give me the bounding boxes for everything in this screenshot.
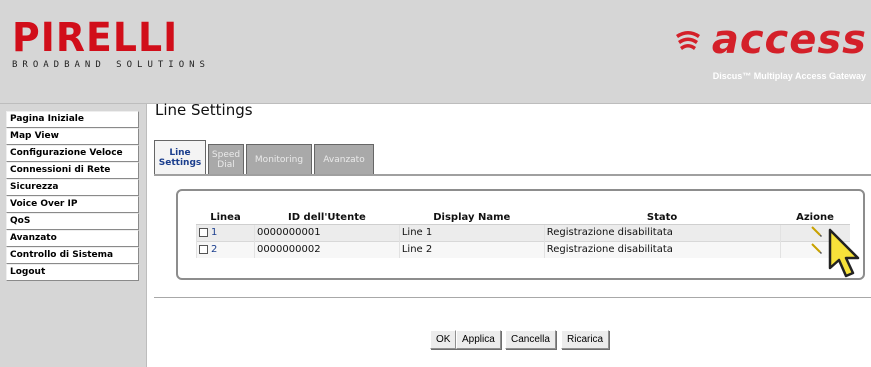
- table-row: 1 0000000001 Line 1 Registrazione disabi…: [196, 223, 850, 241]
- display-name-cell: Line 1: [398, 223, 545, 241]
- id-utente-cell: 0000000002: [253, 240, 400, 258]
- line-settings-panel: Linea ID dell'Utente Display Name Stato …: [176, 189, 865, 280]
- sidebar-item-sicurezza[interactable]: Sicurezza: [6, 179, 139, 196]
- sidebar-item-logout[interactable]: Logout: [6, 264, 139, 281]
- tab-underline: [154, 174, 871, 176]
- tab-speed-dial-label-1: Speed: [211, 149, 241, 160]
- applica-button[interactable]: Applica: [456, 330, 501, 349]
- ricarica-button[interactable]: Ricarica: [561, 330, 610, 349]
- linea-cell: 1: [196, 223, 255, 241]
- row-checkbox[interactable]: [199, 244, 208, 254]
- tab-line-settings-label-2: Settings: [158, 157, 202, 168]
- page-title: Line Settings: [155, 101, 253, 119]
- row-checkbox[interactable]: [199, 227, 208, 237]
- tab-line-settings[interactable]: Line Settings: [154, 140, 206, 174]
- ok-button[interactable]: OK: [430, 330, 457, 349]
- linea-link[interactable]: 2: [211, 244, 217, 255]
- cursor-arrow-icon: [828, 228, 860, 278]
- tab-avanzato-label: Avanzato: [323, 154, 365, 165]
- tab-bar: Line Settings Speed Dial Monitoring Avanza…: [154, 139, 376, 174]
- sidebar-item-map-view[interactable]: Map View: [6, 128, 139, 145]
- access-wordmark: access: [711, 17, 867, 63]
- cancella-button[interactable]: Cancella: [505, 330, 556, 349]
- sidebar-item-avanzato[interactable]: Avanzato: [6, 230, 139, 247]
- column-header-linea: Linea: [196, 211, 255, 225]
- sidebar-item-connessioni-di-rete[interactable]: Connessioni di Rete: [6, 162, 139, 179]
- sidebar-item-controllo-di-sistema[interactable]: Controllo di Sistema: [6, 247, 139, 264]
- pirelli-initial: P: [12, 15, 41, 61]
- tab-monitoring[interactable]: Monitoring: [246, 144, 312, 174]
- column-header-stato: Stato: [544, 211, 780, 225]
- sidebar-item-configurazione-veloce[interactable]: Configurazione Veloce: [6, 145, 139, 162]
- pirelli-logo: PIRELLI BROADBAND SOLUTIONS: [12, 18, 210, 71]
- column-header-id-utente: ID dell'Utente: [254, 211, 400, 225]
- section-divider: [154, 297, 871, 298]
- column-header-azione: Azione: [780, 211, 850, 225]
- sidebar-item-voice-over-ip[interactable]: Voice Over IP: [6, 196, 139, 213]
- sidebar-item-qos[interactable]: QoS: [6, 213, 139, 230]
- id-utente-cell: 0000000001: [253, 223, 400, 241]
- pirelli-rest: IRELLI: [40, 15, 179, 61]
- sidebar: Pagina Iniziale Map View Configurazione …: [0, 104, 147, 367]
- column-header-display-name: Display Name: [399, 211, 545, 225]
- table-header-row: Linea ID dell'Utente Display Name Stato …: [196, 211, 850, 225]
- pirelli-wordmark: PIRELLI: [12, 18, 220, 58]
- tab-speed-dial[interactable]: Speed Dial: [208, 144, 244, 174]
- stato-cell: Registrazione disabilitata: [543, 240, 780, 258]
- linea-cell: 2: [196, 240, 255, 258]
- broadband-solutions-label: BROADBAND SOLUTIONS: [12, 60, 210, 70]
- table-row: 2 0000000002 Line 2 Registrazione disabi…: [196, 240, 850, 258]
- pencil-icon[interactable]: [809, 242, 823, 255]
- lines-table: Linea ID dell'Utente Display Name Stato …: [196, 211, 850, 258]
- access-logo: access: [672, 20, 867, 60]
- tab-monitoring-label: Monitoring: [254, 154, 304, 165]
- display-name-cell: Line 2: [398, 240, 545, 258]
- pencil-icon[interactable]: [809, 225, 823, 237]
- product-tagline: Discus™ Multiplay Access Gateway: [712, 71, 866, 81]
- header-banner: PIRELLI BROADBAND SOLUTIONS access Discu…: [0, 0, 871, 104]
- access-swirl-icon: [675, 31, 700, 50]
- tab-avanzato[interactable]: Avanzato: [314, 144, 374, 174]
- tab-line-settings-label-1: Line: [169, 147, 191, 158]
- tab-speed-dial-label-2: Dial: [217, 159, 235, 170]
- sidebar-item-pagina-iniziale[interactable]: Pagina Iniziale: [6, 111, 139, 128]
- stato-cell: Registrazione disabilitata: [543, 223, 780, 241]
- linea-link[interactable]: 1: [211, 227, 217, 238]
